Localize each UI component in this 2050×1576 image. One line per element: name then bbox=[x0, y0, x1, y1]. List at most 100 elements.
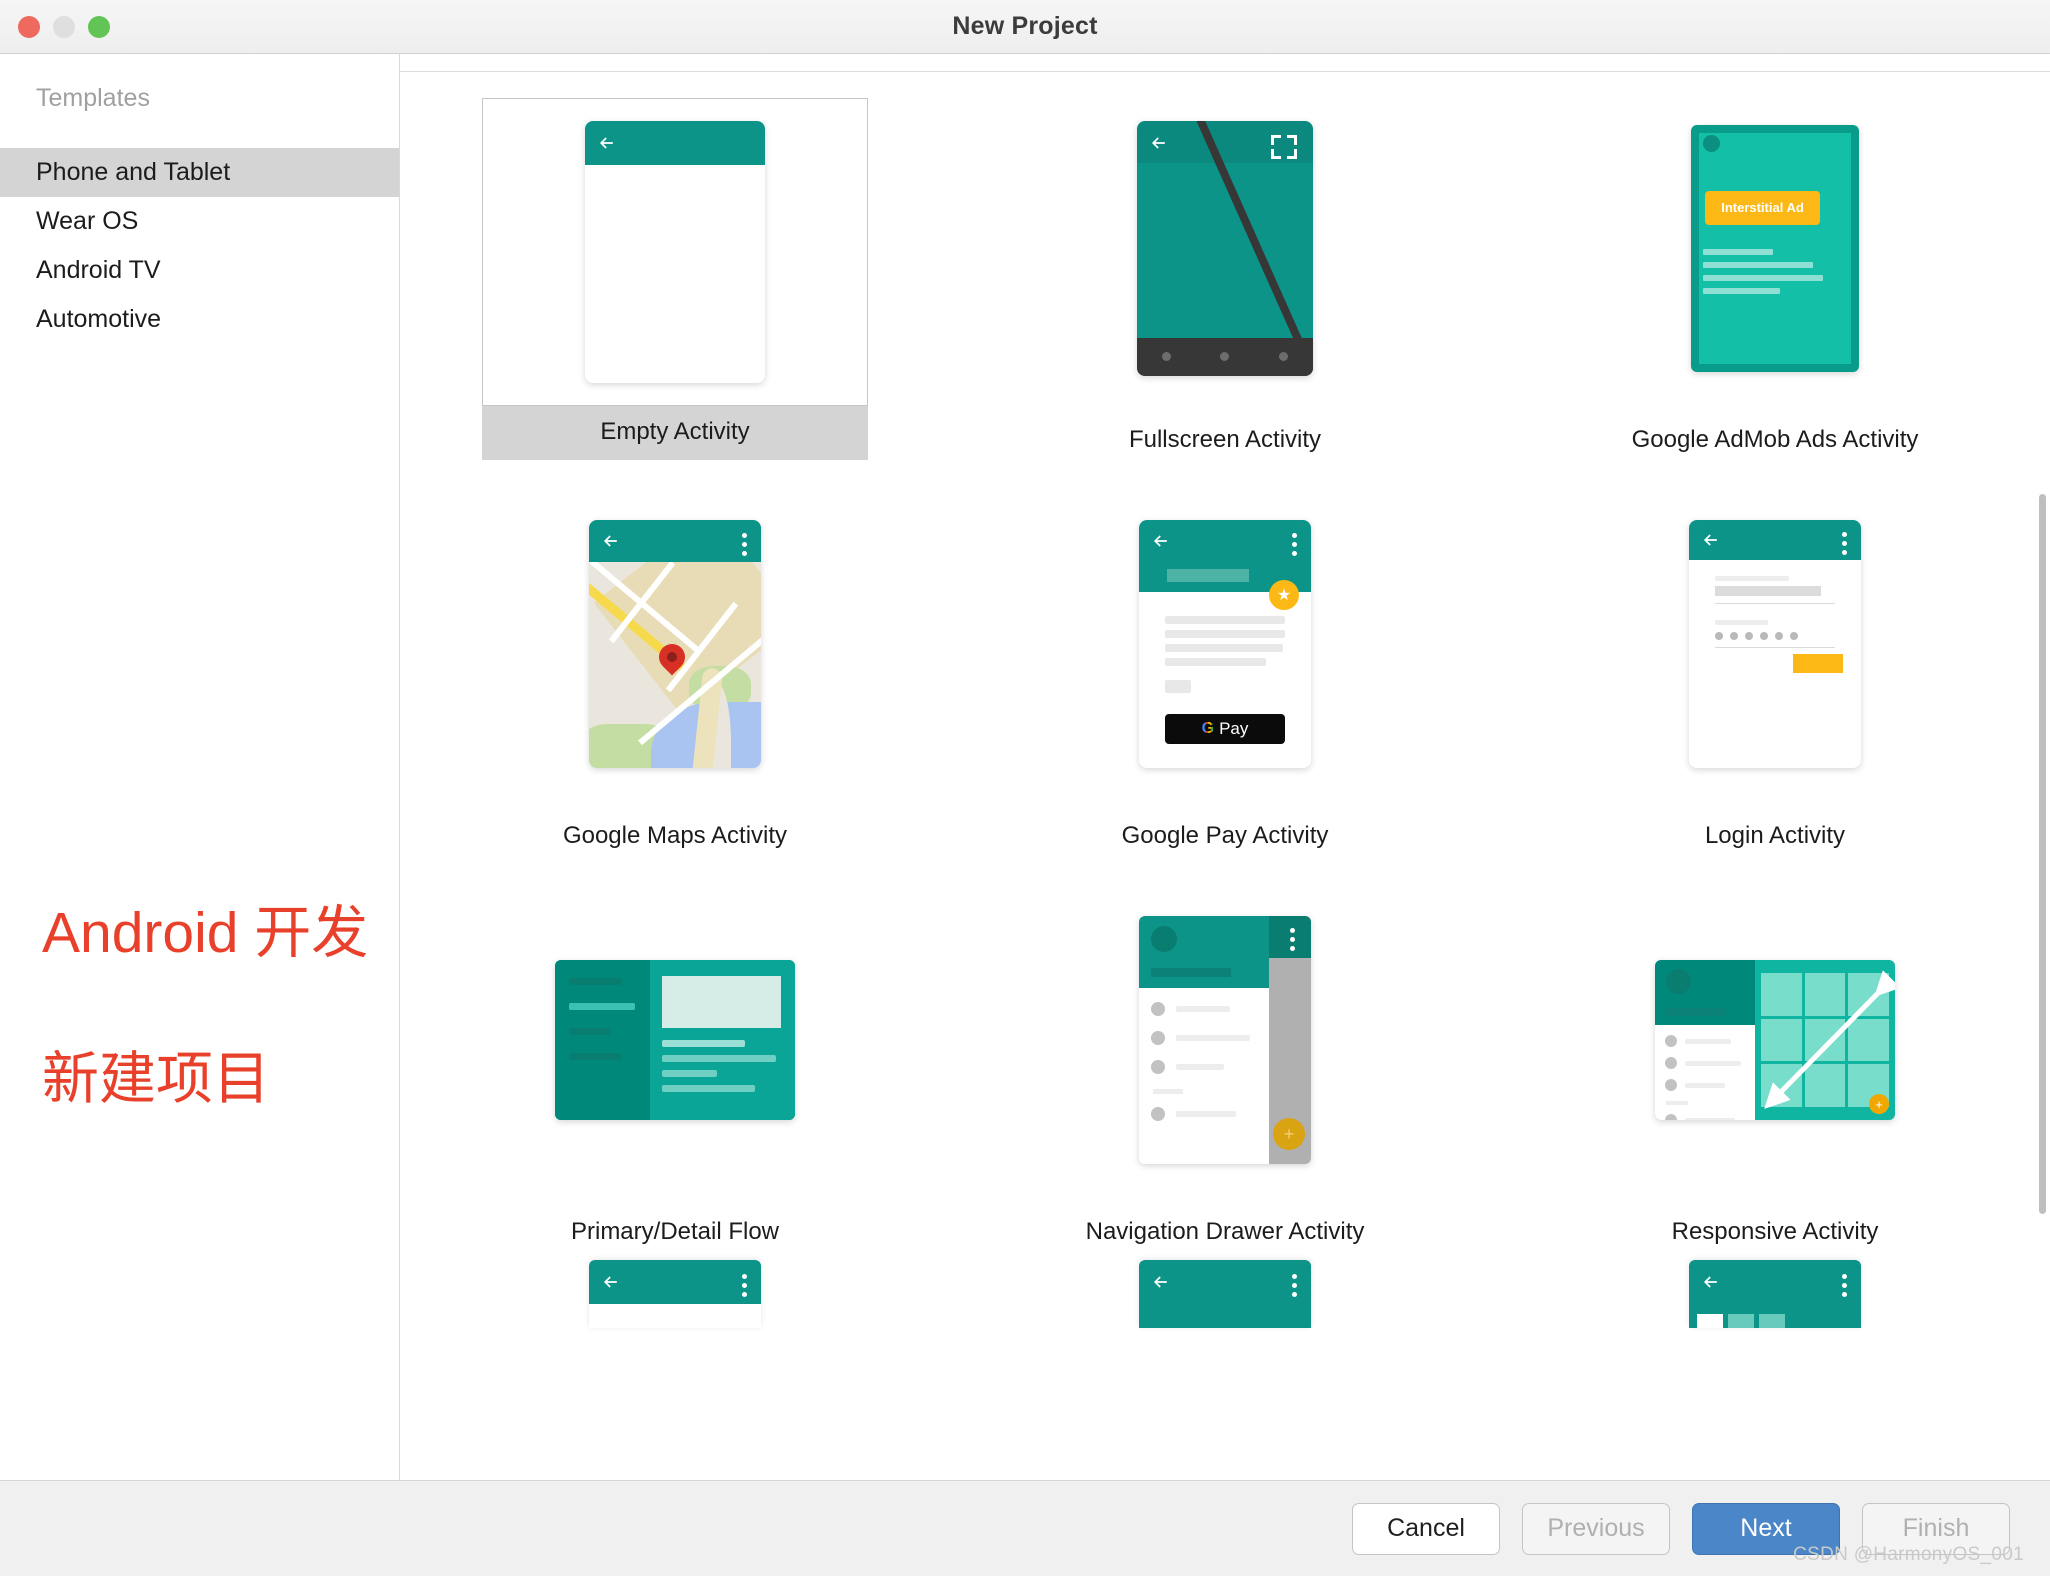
floating-action-button[interactable]: + bbox=[1273, 1118, 1305, 1150]
sidebar-item-label: Automotive bbox=[36, 305, 162, 333]
menu-icon bbox=[1665, 1057, 1677, 1069]
template-card-login-activity[interactable]: Login Activity bbox=[1500, 468, 2050, 864]
back-arrow-icon bbox=[1151, 136, 1165, 149]
avatar-dot-icon bbox=[1703, 134, 1720, 152]
template-card-partial[interactable] bbox=[1500, 1260, 2050, 1328]
partial-thumb bbox=[1139, 1260, 1311, 1328]
list-item[interactable] bbox=[1151, 1002, 1269, 1016]
partial-body bbox=[589, 1304, 761, 1328]
template-card-partial[interactable] bbox=[400, 1260, 950, 1328]
password-label bbox=[1715, 620, 1768, 625]
drawer-header bbox=[1655, 960, 1755, 1025]
sidebar-header: Templates bbox=[36, 84, 150, 112]
login-form bbox=[1689, 560, 1861, 648]
back-arrow-icon bbox=[1703, 1276, 1717, 1288]
menu-icon bbox=[1151, 1031, 1165, 1045]
title-bar: New Project bbox=[0, 0, 2050, 54]
avatar bbox=[1666, 969, 1691, 994]
sidebar-item-wear-os[interactable]: Wear OS bbox=[0, 197, 399, 246]
menu-icon bbox=[1665, 1035, 1677, 1047]
template-gallery[interactable]: Empty Activity Fullscreen Activity Inter… bbox=[400, 54, 2050, 1480]
password-field[interactable] bbox=[1715, 632, 1835, 640]
sidebar-item-phone-and-tablet[interactable]: Phone and Tablet bbox=[0, 148, 399, 197]
username-field[interactable] bbox=[1715, 586, 1821, 596]
template-card-responsive-activity[interactable]: + Responsive Activity bbox=[1500, 864, 2050, 1260]
account-name-placeholder bbox=[1151, 968, 1231, 977]
sidebar-item-android-tv[interactable]: Android TV bbox=[0, 246, 399, 295]
new-project-dialog: New Project Templates Phone and Tablet W… bbox=[0, 0, 2050, 1576]
star-badge-icon: ★ bbox=[1269, 580, 1299, 610]
sidebar: Templates Phone and Tablet Wear OS Andro… bbox=[0, 54, 400, 1480]
template-label: Google Maps Activity bbox=[562, 822, 788, 849]
list-item[interactable] bbox=[1151, 1060, 1269, 1074]
floating-action-button[interactable]: + bbox=[1869, 1094, 1889, 1114]
back-arrow-icon bbox=[599, 137, 613, 149]
template-card-google-maps-activity[interactable]: Google Maps Activity bbox=[400, 468, 950, 864]
overflow-menu-icon bbox=[1292, 533, 1297, 556]
vertical-scrollbar[interactable] bbox=[2039, 494, 2046, 1214]
list-item[interactable] bbox=[1151, 1031, 1269, 1045]
google-pay-button[interactable]: G Pay bbox=[1165, 714, 1285, 744]
template-card-google-pay-activity[interactable]: ★ G Pay Google Pay Activity bbox=[950, 468, 1500, 864]
app-bar bbox=[1139, 1260, 1311, 1304]
list-item[interactable] bbox=[1665, 1079, 1755, 1091]
menu-icon bbox=[1151, 1002, 1165, 1016]
cancel-button[interactable]: Cancel bbox=[1352, 1502, 1500, 1555]
template-grid: Empty Activity Fullscreen Activity Inter… bbox=[400, 72, 2050, 1260]
account-name-placeholder bbox=[1666, 1008, 1726, 1016]
template-thumbnail: + bbox=[1582, 890, 1968, 1190]
dialog-body: Templates Phone and Tablet Wear OS Andro… bbox=[0, 54, 2050, 1480]
partial-body bbox=[1689, 1304, 1861, 1328]
template-card-google-admob-ads-activity[interactable]: Interstitial Ad Google AdMob Ads Activit… bbox=[1500, 72, 2050, 468]
template-label: Navigation Drawer Activity bbox=[1085, 1218, 1365, 1245]
field-underline bbox=[1715, 603, 1835, 604]
list-item[interactable] bbox=[1665, 1114, 1755, 1120]
ghost-label bbox=[1503, 54, 2048, 61]
template-label: Primary/Detail Flow bbox=[570, 1218, 780, 1245]
sidebar-item-automotive[interactable]: Automotive bbox=[0, 295, 399, 344]
app-bar bbox=[1689, 1260, 1861, 1304]
watermark: CSDN @HarmonyOS_001 bbox=[1793, 1544, 2024, 1565]
template-thumbnail bbox=[1582, 494, 1968, 794]
template-thumbnail: Interstitial Ad bbox=[1582, 98, 1968, 398]
header-placeholder-bar bbox=[1167, 569, 1249, 582]
template-card-fullscreen-activity[interactable]: Fullscreen Activity bbox=[950, 72, 1500, 468]
scrolled-off-labels-row bbox=[400, 54, 2050, 72]
template-thumbnail bbox=[482, 98, 868, 406]
template-label: Responsive Activity bbox=[1671, 1218, 1879, 1245]
detail-pane bbox=[650, 960, 795, 1120]
list-item[interactable] bbox=[1665, 1057, 1755, 1069]
template-label: Fullscreen Activity bbox=[1128, 426, 1322, 453]
sidebar-item-label: Android TV bbox=[36, 256, 161, 284]
primary-detail-flow-thumb bbox=[555, 960, 795, 1120]
partial-body bbox=[1139, 1304, 1311, 1328]
back-arrow-icon bbox=[603, 1276, 617, 1288]
google-pay-label: Pay bbox=[1219, 719, 1249, 738]
previous-button[interactable]: Previous bbox=[1522, 1502, 1670, 1555]
empty-activity-thumb bbox=[585, 121, 765, 383]
content-grid-pane: + bbox=[1755, 960, 1895, 1120]
menu-icon bbox=[1665, 1114, 1677, 1120]
google-g-logo-icon: G bbox=[1201, 720, 1215, 737]
sign-in-button[interactable] bbox=[1793, 654, 1843, 673]
template-card-primary-detail-flow[interactable]: Primary/Detail Flow bbox=[400, 864, 950, 1260]
template-card-navigation-drawer-activity[interactable]: + Navigation Drawer Activity bbox=[950, 864, 1500, 1260]
app-bar bbox=[1689, 520, 1861, 560]
drawer-pane bbox=[1655, 960, 1755, 1120]
list-item[interactable] bbox=[1665, 1035, 1755, 1047]
overflow-menu-icon bbox=[742, 533, 747, 556]
overflow-menu-icon bbox=[1842, 532, 1847, 555]
template-card-empty-activity[interactable]: Empty Activity bbox=[400, 72, 950, 468]
annotation-line-2: 新建项目 bbox=[42, 1046, 270, 1111]
template-thumbnail bbox=[1032, 98, 1418, 398]
overflow-menu-icon bbox=[1842, 1274, 1847, 1297]
menu-icon bbox=[1151, 1060, 1165, 1074]
annotation-text: Android 开发 新建项目 bbox=[42, 824, 368, 1189]
overflow-menu-icon bbox=[742, 1274, 747, 1297]
template-card-partial[interactable] bbox=[950, 1260, 1500, 1328]
list-item[interactable] bbox=[1151, 1107, 1269, 1121]
overflow-menu-icon bbox=[1290, 928, 1295, 951]
list-pane bbox=[555, 960, 650, 1120]
template-label: Google AdMob Ads Activity bbox=[1631, 426, 1919, 453]
sidebar-item-label: Phone and Tablet bbox=[36, 158, 231, 186]
